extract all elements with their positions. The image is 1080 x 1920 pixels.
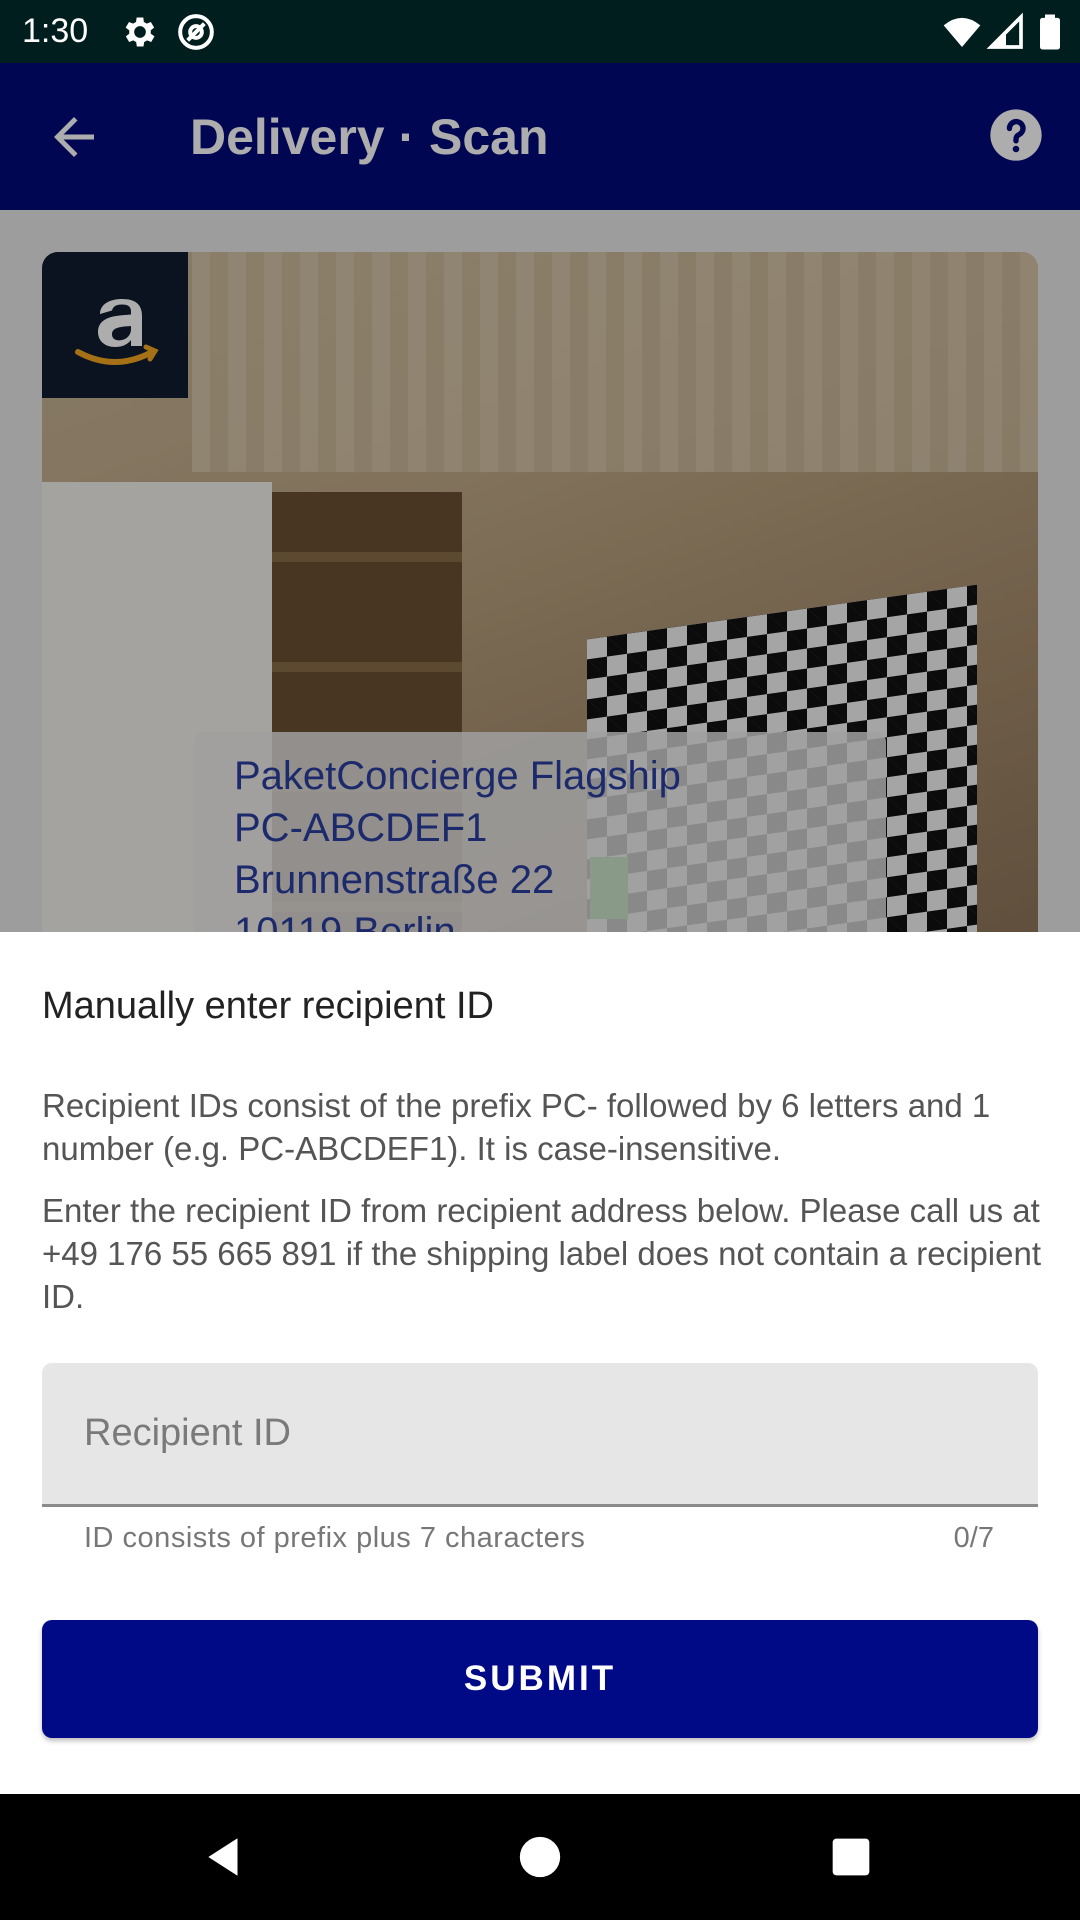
- sheet-title: Manually enter recipient ID: [42, 985, 494, 1027]
- at-sign-icon: [178, 14, 214, 50]
- character-counter: 0/7: [953, 1522, 994, 1554]
- field-helper-text: ID consists of prefix plus 7 characters: [84, 1522, 586, 1554]
- instruction-text: Enter the recipient ID from recipient ad…: [42, 1192, 1042, 1315]
- signal-icon: [986, 12, 1023, 49]
- description-text: Recipient IDs consist of the prefix PC- …: [42, 1087, 991, 1167]
- status-bar: 1:30: [0, 0, 1080, 63]
- wifi-icon: [943, 17, 981, 47]
- recipient-id-field[interactable]: [42, 1363, 1038, 1507]
- recents-square-icon: [832, 1838, 870, 1876]
- nav-recents-button[interactable]: [816, 1822, 886, 1892]
- battery-icon: [1040, 14, 1060, 50]
- gear-icon: [125, 17, 155, 47]
- nav-back-button[interactable]: [190, 1822, 260, 1892]
- status-time: 1:30: [22, 12, 89, 50]
- modal-scrim[interactable]: [0, 63, 1080, 932]
- nav-home-button[interactable]: [505, 1822, 575, 1892]
- navigation-bar: [0, 1794, 1080, 1920]
- recipient-id-input[interactable]: [84, 1401, 984, 1465]
- submit-button[interactable]: SUBMIT: [42, 1620, 1038, 1738]
- home-circle-icon: [519, 1836, 561, 1878]
- back-triangle-icon: [208, 1838, 238, 1876]
- bottom-sheet: Manually enter recipient ID Recipient ID…: [0, 932, 1080, 1794]
